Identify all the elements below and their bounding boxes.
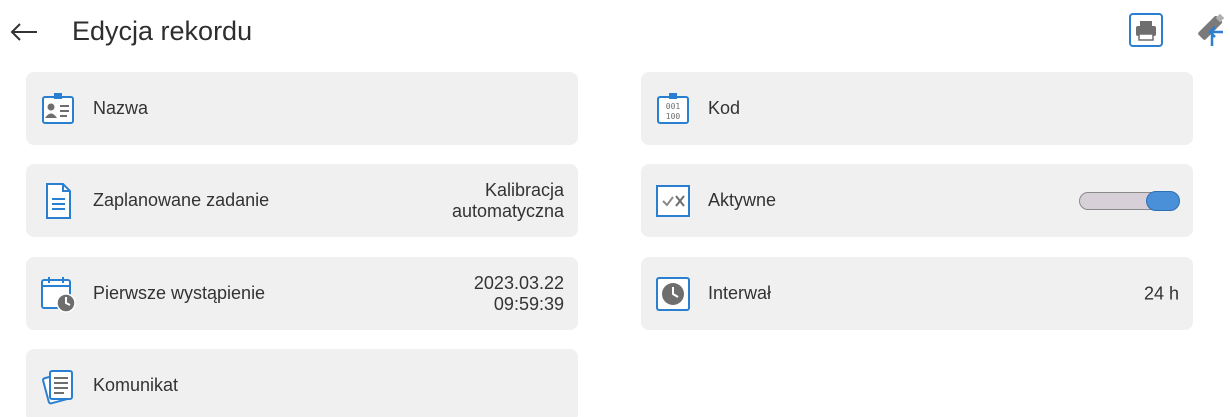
time-value: 09:59:39 — [493, 293, 564, 314]
field-zaplanowane-zadanie[interactable]: Zaplanowane zadanie Kalibracja automatyc… — [26, 164, 578, 237]
binary-code-icon: 001 100 — [653, 89, 693, 129]
value-line: automatyczna — [451, 200, 564, 221]
id-card-icon — [38, 89, 78, 129]
usb-export-icon — [1198, 13, 1225, 46]
svg-text:100: 100 — [666, 112, 681, 121]
date-value: 2023.03.22 — [473, 272, 564, 293]
svg-text:001: 001 — [666, 102, 681, 111]
field-aktywne[interactable]: Aktywne — [641, 164, 1193, 237]
active-toggle[interactable] — [1079, 191, 1180, 211]
field-label: Interwał — [708, 283, 772, 303]
field-value: 24 h — [1143, 283, 1179, 303]
field-pierwsze-wystapienie[interactable]: Pierwsze wystąpienie 2023.03.22 09:59:39 — [26, 257, 578, 330]
checkbox-icon — [653, 181, 693, 221]
calendar-clock-icon — [38, 274, 78, 314]
field-value: 2023.03.22 09:59:39 — [474, 273, 564, 315]
field-komunikat[interactable]: Komunikat — [26, 349, 578, 417]
field-interwal[interactable]: Interwał 24 h — [641, 257, 1193, 330]
field-label: Pierwsze wystąpienie — [93, 283, 266, 303]
document-icon — [38, 181, 78, 221]
back-button[interactable] — [6, 14, 42, 50]
clock-icon — [653, 274, 693, 314]
arrow-left-icon — [10, 23, 37, 41]
messages-icon — [38, 366, 78, 406]
field-label: Aktywne — [708, 190, 777, 210]
export-to-usb-button[interactable] — [1188, 10, 1228, 50]
field-label: Komunikat — [93, 375, 179, 395]
header-bar: Edycja rekordu — [0, 0, 1230, 62]
page-title: Edycja rekordu — [72, 16, 253, 46]
toggle-knob — [1146, 191, 1180, 211]
field-value: Kalibracja automatyczna — [452, 180, 564, 222]
field-kod[interactable]: 001 100 Kod — [641, 72, 1193, 145]
printer-icon — [1129, 13, 1163, 47]
field-label: Zaplanowane zadanie — [93, 190, 270, 210]
print-button[interactable] — [1128, 12, 1164, 48]
field-label: Nazwa — [93, 98, 149, 118]
value-line: Kalibracja — [484, 179, 564, 200]
field-label: Kod — [708, 98, 741, 118]
field-nazwa[interactable]: Nazwa — [26, 72, 578, 145]
